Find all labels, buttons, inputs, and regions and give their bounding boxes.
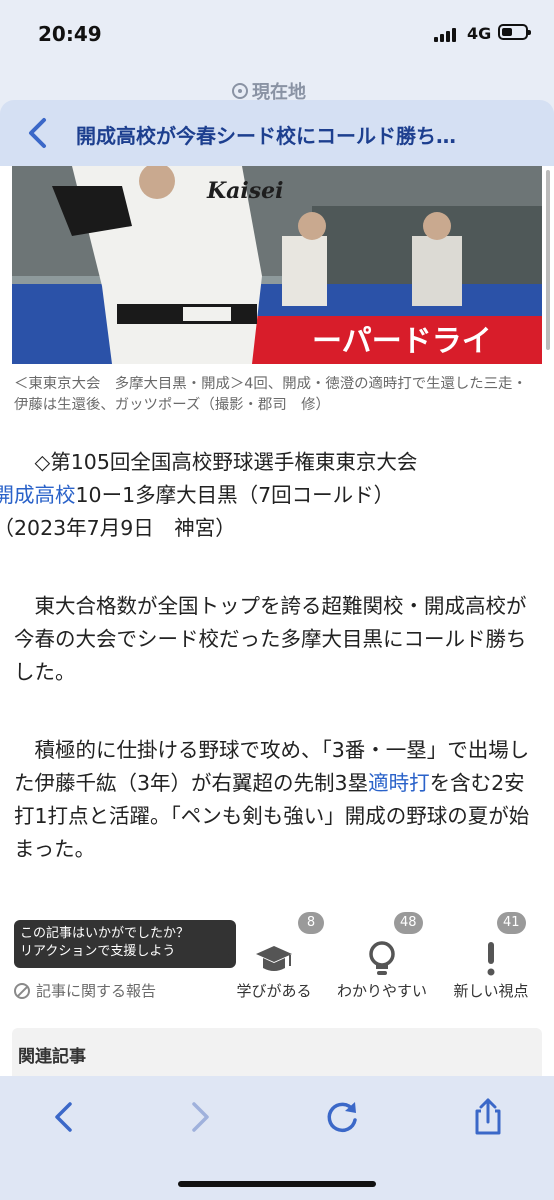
reaction-atarashii-button[interactable]: 41 新しい視点 (443, 912, 539, 1002)
reload-icon (327, 1102, 357, 1133)
article-content[interactable]: ーパードライ Kaisei ＜東東京大会 多摩大目黒・開成＞4回、開成・徳澄の適… (0, 166, 554, 1076)
status-bar: 20:49 4G (0, 0, 554, 70)
reaction-wakariyasui-button[interactable]: 48 わかりやすい (334, 912, 430, 1002)
page-title: 開成高校が今春シード校にコールド勝ち… (76, 124, 456, 148)
location-pin-icon (232, 83, 248, 99)
reaction-label: わかりやすい (336, 982, 427, 1000)
forward-nav-button[interactable] (180, 1096, 220, 1136)
share-icon (475, 1098, 501, 1135)
signal-icon (434, 28, 460, 42)
prohibited-icon (14, 982, 30, 999)
forward-icon (192, 1102, 209, 1132)
graduation-cap-icon (256, 946, 292, 971)
scrollbar[interactable] (546, 170, 550, 350)
svg-text:Kaisei: Kaisei (206, 178, 283, 204)
reaction-prompt-tooltip: この記事はいかがでしたか？ リアクションで支援しよう (14, 920, 236, 968)
team-link[interactable]: 開成高校 (0, 483, 76, 507)
photo-caption: ＜東東京大会 多摩大目黒・開成＞4回、開成・徳澄の適時打で生還した三走・伊藤は生… (14, 376, 527, 413)
share-button[interactable] (468, 1096, 508, 1136)
home-indicator[interactable] (178, 1181, 376, 1187)
paragraph-3: 積極的に仕掛ける野球で攻め、「3番・一塁」で出場した伊藤千紘（3年）が右翼超の先… (14, 734, 540, 866)
back-button[interactable] (26, 116, 48, 158)
reaction-count-badge: 48 (394, 912, 423, 934)
paragraph-1: ◇第105回全国高校野球選手権東東京大会 開成高校10ー1多摩大目黒（7回コール… (0, 446, 540, 545)
reaction-label: 学びがある (236, 982, 312, 1000)
reaction-count-badge: 41 (497, 912, 526, 934)
svg-text:ーパードライ: ーパードライ (312, 324, 492, 359)
lightbulb-icon (369, 941, 395, 975)
report-label: 記事に関する報告 (36, 982, 157, 1000)
paragraph-2: 東大合格数が全国トップを誇る超難関校・開成高校が今春の大会でシード校だった多摩大… (14, 594, 527, 684)
reaction-prompt-text: この記事はいかがでしたか？ リアクションで支援しよう (20, 926, 190, 959)
date-line: （2023年7月9日 神宮） (0, 516, 236, 540)
status-time: 20:49 (38, 22, 102, 46)
reaction-manabi-button[interactable]: 8 学びがある (226, 912, 324, 1002)
network-type: 4G (467, 24, 492, 43)
tekijida-link[interactable]: 適時打 (368, 771, 430, 795)
score-line: 10ー1多摩大目黒（7回コールド） (75, 483, 395, 507)
chevron-left-icon (29, 118, 46, 148)
back-icon (55, 1102, 72, 1132)
tournament-line: ◇第105回全国高校野球選手権東東京大会 (34, 450, 418, 474)
report-link[interactable]: 記事に関する報告 (14, 980, 156, 1001)
related-articles-header: 関連記事 (12, 1028, 542, 1076)
reaction-label: 新しい視点 (453, 982, 529, 1000)
article-header: 開成高校が今春シード校にコールド勝ち… (0, 100, 554, 166)
exclamation-icon (487, 942, 495, 976)
battery-icon (498, 24, 531, 40)
related-title: 関連記事 (18, 1047, 86, 1067)
back-nav-button[interactable] (44, 1096, 84, 1136)
reload-button[interactable] (322, 1096, 362, 1136)
article-photo: ーパードライ Kaisei (12, 166, 542, 364)
reaction-count-badge: 8 (298, 912, 324, 934)
